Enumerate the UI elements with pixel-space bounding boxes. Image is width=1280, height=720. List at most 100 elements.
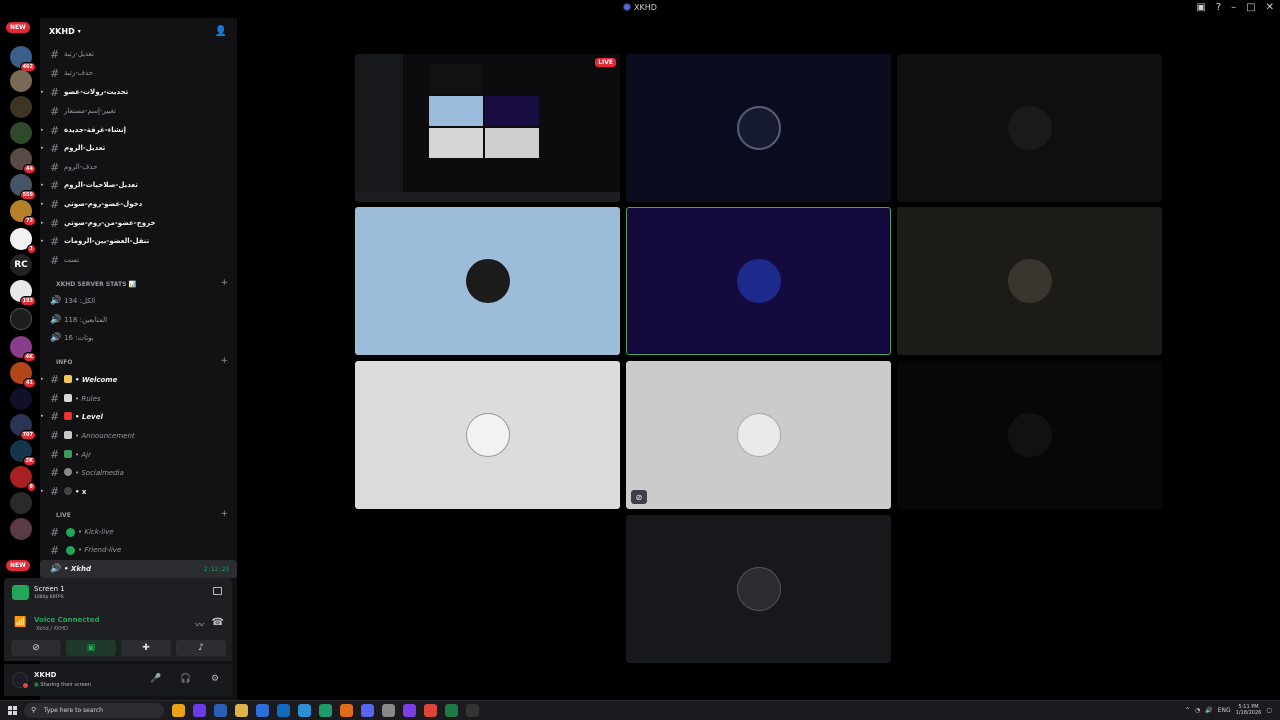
inbox-icon[interactable]: ▣ (1196, 2, 1205, 13)
channel-item[interactable]: ▸ # تعديل-صلاحيات-الروم (40, 176, 237, 194)
maximize-button[interactable]: □ (1246, 2, 1255, 13)
add-channel-icon[interactable]: + (220, 278, 228, 288)
server-icon-rc[interactable]: RC (10, 254, 32, 276)
channel-item[interactable]: # • Kick-live (40, 523, 237, 541)
help-icon[interactable]: ? (1216, 2, 1221, 13)
disconnect-icon[interactable]: ☎ (212, 617, 224, 628)
voice-channel-item[interactable]: 🔊 المتابعين: 118 (40, 311, 237, 329)
server-icon[interactable]: 1 (10, 228, 36, 254)
settings-gear-icon[interactable]: ⚙ (211, 674, 219, 684)
add-channel-icon[interactable]: + (220, 356, 228, 366)
server-icon[interactable]: 4K (10, 336, 36, 362)
server-icon[interactable] (10, 122, 32, 144)
minimize-button[interactable]: – (1231, 2, 1236, 13)
headphones-icon[interactable]: 🎧 (180, 674, 191, 684)
close-button[interactable]: ✕ (1266, 2, 1274, 13)
active-voice-channel[interactable]: 🔊 • Xkhd 2:12:23 (40, 560, 237, 578)
participant-tile[interactable] (897, 207, 1162, 355)
category-live[interactable]: LIVE (56, 512, 71, 519)
browser-icon[interactable] (298, 704, 311, 717)
soundboard-button[interactable]: ♪ (176, 640, 226, 656)
notification-icon[interactable]: ▢ (1266, 707, 1272, 714)
channel-item[interactable]: # • Announcement (40, 426, 237, 444)
app-icon[interactable] (466, 704, 479, 717)
participant-tile[interactable] (897, 361, 1162, 509)
server-icon[interactable] (10, 308, 32, 330)
noise-suppression-icon[interactable]: 〰 (195, 618, 204, 631)
server-icon[interactable]: 462 (10, 46, 36, 72)
clock[interactable]: 5:11 PM 1/18/2026 (1236, 704, 1262, 716)
channel-item[interactable]: # • Friend-live (40, 541, 237, 559)
app-icon[interactable] (403, 704, 416, 717)
server-icon[interactable] (10, 388, 32, 410)
server-icon[interactable]: 559 (10, 174, 36, 200)
channel-item[interactable]: ▸ # تعديل-الروم (40, 139, 237, 157)
participant-tile[interactable]: ⊘ (626, 361, 891, 509)
voice-channel-item[interactable]: 🔊 الكل: 134 (40, 292, 237, 310)
channel-item[interactable]: ▸ # • x (40, 482, 237, 500)
channel-item[interactable]: ▸ # خروج-عضو-من-روم-صوتي (40, 214, 237, 232)
channel-item[interactable]: ▸ # تنقل-العضو-بين-الرومات (40, 232, 237, 250)
microphone-icon[interactable]: 🎤 (150, 674, 161, 684)
outlook-icon[interactable] (277, 704, 290, 717)
category-info[interactable]: INFO (56, 359, 72, 366)
category-stats[interactable]: XKHD SERVER STATS 📊 (56, 281, 136, 288)
invite-icon[interactable]: 👤 (215, 26, 227, 37)
lang-indicator[interactable]: ENG (1218, 707, 1231, 714)
participant-tile[interactable] (626, 54, 891, 202)
stream-settings-icon[interactable] (213, 587, 222, 595)
screen-share-button[interactable]: ▣ (66, 640, 116, 656)
channel-item[interactable]: ▸ # تحديث-رولات-عضو (40, 83, 237, 101)
channel-item[interactable]: # تعديل-رتبة (40, 45, 237, 63)
discord-icon[interactable] (361, 704, 374, 717)
widgets-icon[interactable] (172, 704, 185, 717)
app-icon[interactable] (340, 704, 353, 717)
server-icon[interactable]: 41 (10, 362, 36, 388)
excel-icon[interactable] (445, 704, 458, 717)
channel-item[interactable]: ▸ # إنشاء-غرفة-جديدة (40, 121, 237, 139)
server-icon[interactable]: 193 (10, 280, 36, 306)
server-icon[interactable] (10, 518, 32, 540)
avatar[interactable] (12, 672, 29, 689)
voice-channel-item[interactable]: 🔊 بوتات: 16 (40, 329, 237, 347)
channel-item[interactable]: # حذف-رتبة (40, 64, 237, 82)
server-icon[interactable]: 9 (10, 466, 36, 492)
server-icon[interactable]: 2K (10, 440, 36, 466)
channel-item[interactable]: # • Socialmedia (40, 463, 237, 481)
camera-off-button[interactable]: ⊘ (11, 640, 61, 656)
server-icon[interactable]: 72 (10, 200, 36, 226)
participant-tile-speaking[interactable] (626, 207, 891, 355)
edge-icon[interactable] (319, 704, 332, 717)
channel-item[interactable]: # حذف-الروم (40, 158, 237, 176)
channel-item[interactable]: # • Ajr (40, 445, 237, 463)
channel-item[interactable]: ▸ # • Level (40, 407, 237, 425)
taskbar-search[interactable]: ⚲ Type here to search (24, 703, 164, 718)
voice-status[interactable]: Voice Connected (34, 616, 100, 624)
app-icon[interactable] (382, 704, 395, 717)
chrome-icon[interactable] (424, 704, 437, 717)
participant-tile[interactable] (355, 207, 620, 355)
chevron-up-icon[interactable]: ^ (1185, 707, 1190, 714)
windows-start-icon[interactable] (8, 706, 17, 715)
channel-item[interactable]: ▸ # دخول-عضو-روم-صوتي (40, 195, 237, 213)
channel-item[interactable]: # تغيير-إسم-مستعار (40, 102, 237, 120)
server-icon[interactable] (10, 492, 32, 514)
copilot-icon[interactable] (193, 704, 206, 717)
server-icon[interactable] (10, 96, 32, 118)
server-icon[interactable]: 707 (10, 414, 36, 440)
stream-tile[interactable]: LIVE (355, 54, 620, 202)
file-explorer-icon[interactable] (235, 704, 248, 717)
add-channel-icon[interactable]: + (220, 509, 228, 519)
participant-tile[interactable] (897, 54, 1162, 202)
network-icon[interactable]: ◔ (1195, 707, 1200, 714)
server-icon[interactable]: 44 (10, 148, 36, 174)
store-icon[interactable] (256, 704, 269, 717)
participant-tile[interactable] (626, 515, 891, 663)
server-icon[interactable] (10, 70, 32, 92)
server-header[interactable]: XKHD ▾ 👤 (40, 18, 237, 44)
channel-item[interactable]: # تست (40, 251, 237, 269)
channel-item[interactable]: ▸ # • Welcome (40, 370, 237, 388)
participant-tile[interactable] (355, 361, 620, 509)
volume-icon[interactable]: 🔊 (1205, 707, 1212, 714)
word-icon[interactable] (214, 704, 227, 717)
